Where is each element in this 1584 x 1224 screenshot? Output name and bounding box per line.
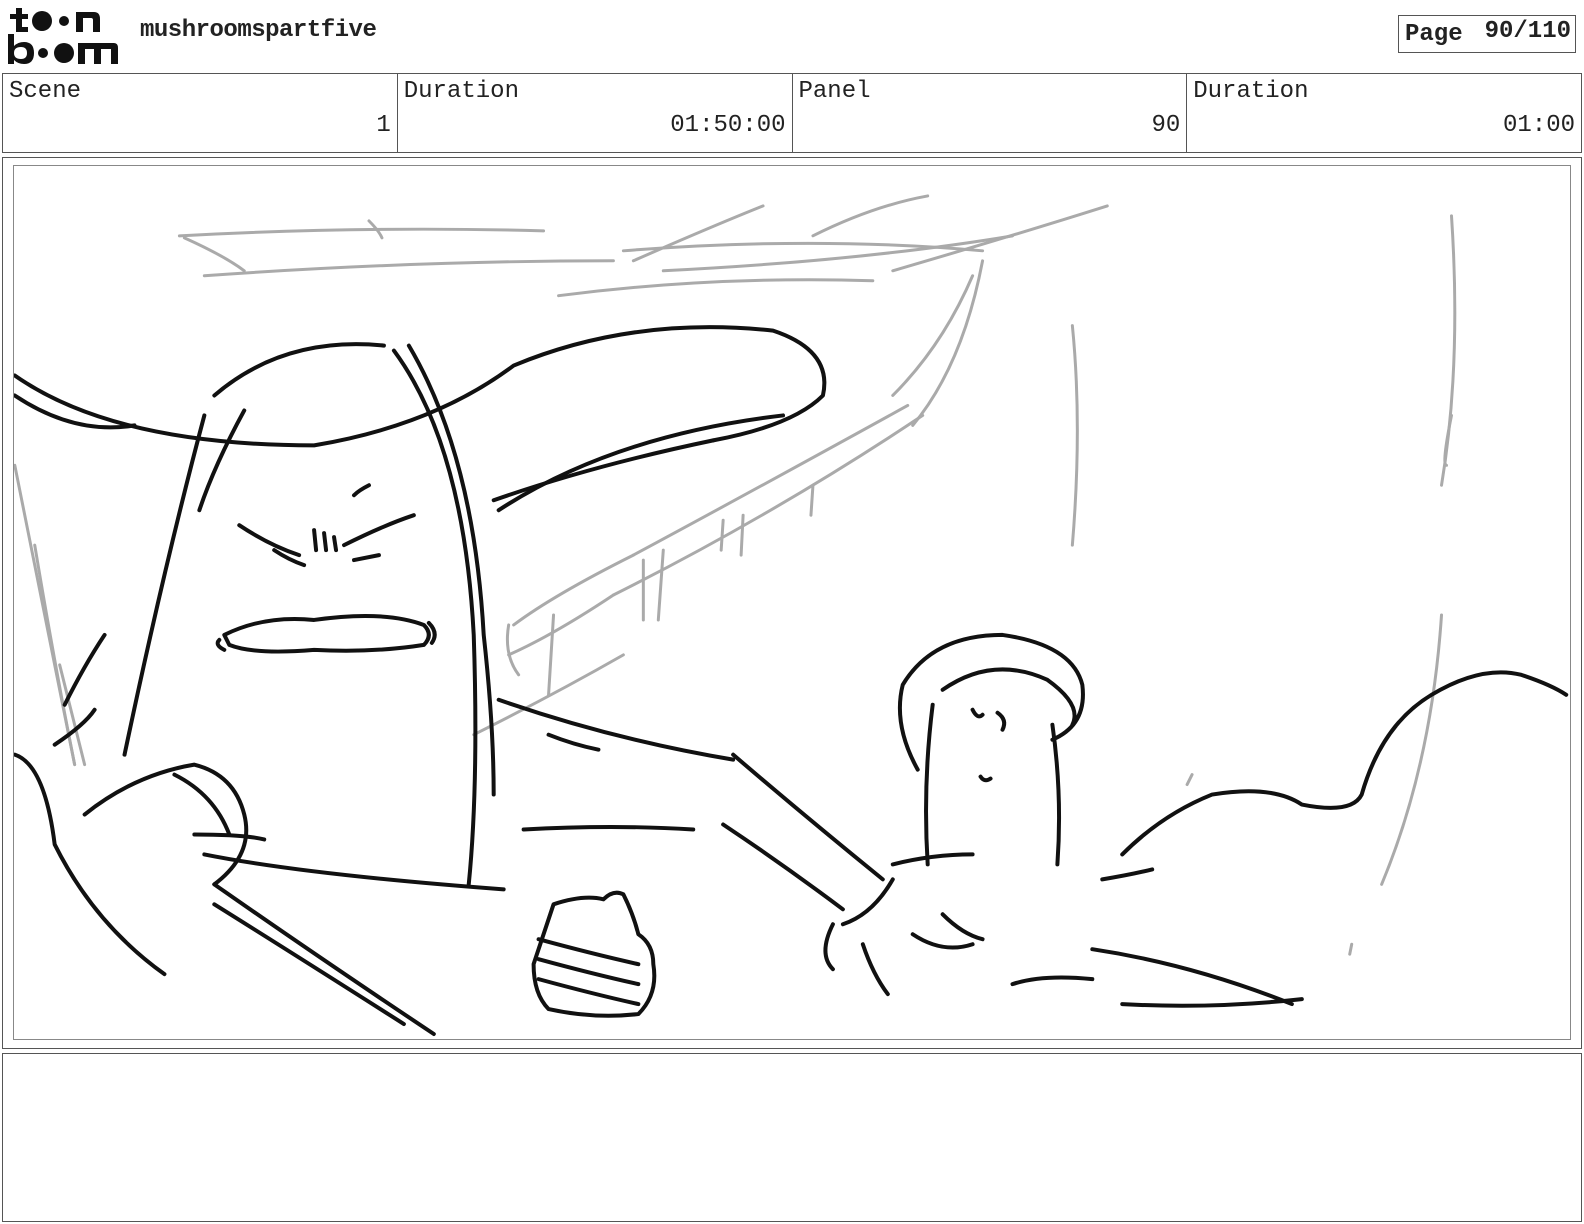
scene-duration-value: 01:50:00 bbox=[670, 112, 786, 139]
panel-cell: Panel 90 bbox=[793, 74, 1188, 152]
panel-label: Panel bbox=[798, 78, 871, 105]
notes-area bbox=[2, 1053, 1582, 1222]
scene-cell: Scene 1 bbox=[3, 74, 398, 152]
scene-duration-label: Duration bbox=[403, 78, 519, 105]
panel-image bbox=[13, 165, 1571, 1040]
panel-info-row: Scene 1 Duration 01:50:00 Panel 90 Durat… bbox=[2, 73, 1582, 153]
page-counter: Page 90/110 bbox=[1398, 15, 1576, 53]
scene-duration-cell: Duration 01:50:00 bbox=[398, 74, 793, 152]
storyboard-sketch bbox=[14, 194, 1569, 1037]
panel-duration-cell: Duration 01:00 bbox=[1187, 74, 1581, 152]
scene-label: Scene bbox=[9, 78, 82, 105]
toonboom-logo bbox=[8, 8, 118, 64]
project-title: mushroomspartfive bbox=[140, 17, 377, 44]
page-value: 90/110 bbox=[1484, 18, 1571, 45]
page-label: Page bbox=[1405, 21, 1463, 48]
panel-duration-value: 01:00 bbox=[1502, 112, 1575, 139]
scene-value: 1 bbox=[376, 112, 391, 139]
panel-value: 90 bbox=[1151, 112, 1181, 139]
panel-duration-label: Duration bbox=[1193, 78, 1309, 105]
